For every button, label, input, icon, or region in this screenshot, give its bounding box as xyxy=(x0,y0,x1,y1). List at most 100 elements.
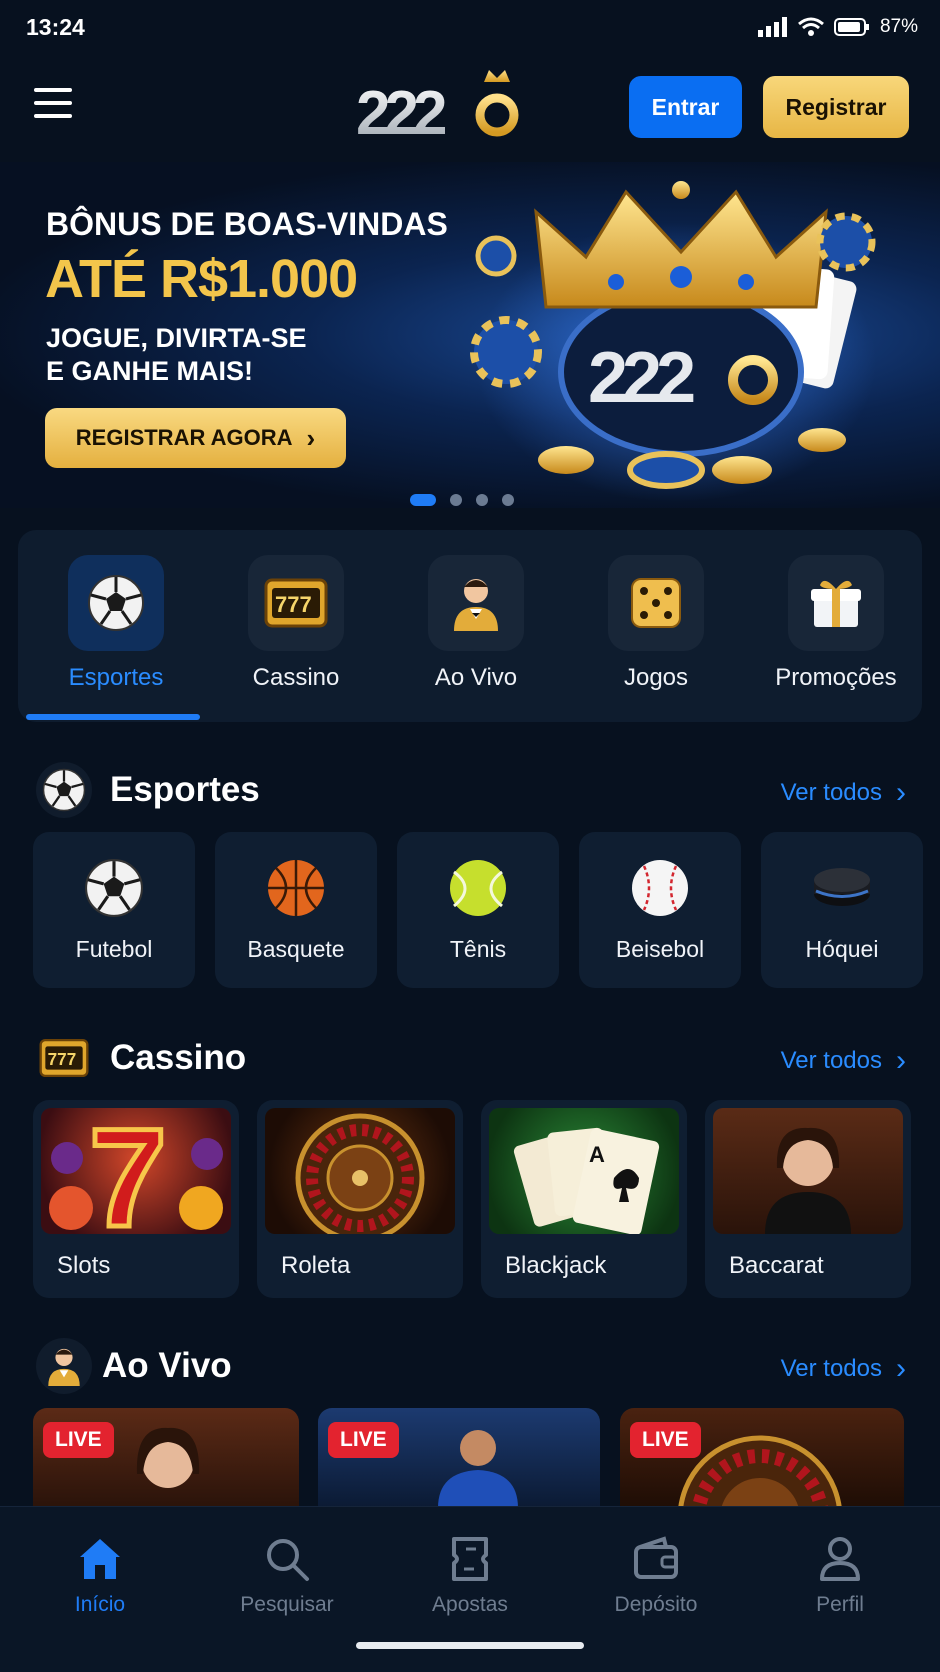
nav-label: Apostas xyxy=(432,1593,508,1616)
sport-label: Hóquei xyxy=(805,936,879,962)
dealer-icon xyxy=(36,1338,92,1394)
menu-icon[interactable] xyxy=(34,88,72,120)
section-title: Esportes xyxy=(110,770,260,809)
dice-icon xyxy=(608,555,704,651)
sport-card-beisebol[interactable]: Beisebol xyxy=(579,832,741,988)
live-card[interactable]: LIVE xyxy=(620,1408,904,1508)
carousel-dot[interactable] xyxy=(502,494,514,506)
baccarat-thumbnail xyxy=(713,1108,903,1234)
nav-label: Início xyxy=(74,1593,126,1616)
blackjack-thumbnail: A xyxy=(489,1108,679,1234)
user-icon xyxy=(820,1537,860,1581)
nav-inicio[interactable]: Início xyxy=(6,1527,194,1627)
live-section-header: Ao Vivo Ver todos › xyxy=(36,1334,906,1394)
tab-label: Cassino xyxy=(252,664,340,691)
carousel-dot[interactable] xyxy=(450,494,462,506)
tab-esportes[interactable]: Esportes xyxy=(26,530,206,722)
live-badge: LIVE xyxy=(328,1422,399,1458)
svg-text:777: 777 xyxy=(275,592,312,617)
see-all-link[interactable]: Ver todos › xyxy=(781,1352,906,1386)
logo-mark: 222 xyxy=(356,70,519,148)
soccer-ball-icon xyxy=(84,858,144,918)
nav-label: Pesquisar xyxy=(240,1593,334,1616)
game-label: Blackjack xyxy=(505,1252,607,1279)
carousel-dot[interactable] xyxy=(476,494,488,506)
casino-card-slots[interactable]: 7 Slots xyxy=(33,1100,239,1298)
slot-777-icon: 777 xyxy=(36,1030,92,1086)
tab-jogos[interactable]: Jogos xyxy=(566,530,746,722)
battery-percent: 87% xyxy=(879,16,918,37)
casino-card-blackjack[interactable]: A Blackjack xyxy=(481,1100,687,1298)
home-indicator[interactable] xyxy=(356,1642,584,1649)
tab-promocoes[interactable]: Promoções xyxy=(746,530,926,722)
dealer-thumbnail xyxy=(136,1427,200,1488)
see-all-label: Ver todos xyxy=(780,779,882,806)
register-button[interactable]: Registrar xyxy=(763,76,909,138)
chevron-right-icon: › xyxy=(896,1044,906,1077)
dealer-icon xyxy=(428,555,524,651)
live-badge: LIVE xyxy=(630,1422,701,1458)
casino-card-baccarat[interactable]: Baccarat xyxy=(705,1100,911,1298)
wifi-icon xyxy=(798,17,824,36)
search-icon xyxy=(267,1539,309,1581)
svg-text:222: 222 xyxy=(588,338,694,418)
live-card[interactable]: LIVE xyxy=(318,1408,600,1508)
sport-card-tenis[interactable]: Tênis xyxy=(397,832,559,988)
game-label: Roleta xyxy=(281,1252,351,1279)
banner-register-button[interactable]: REGISTRAR AGORA › xyxy=(45,408,346,468)
status-time: 13:24 xyxy=(26,14,85,40)
crown-chips-illustration: A 222 xyxy=(470,181,876,502)
nav-apostas[interactable]: Apostas xyxy=(376,1527,564,1627)
carousel-dot[interactable] xyxy=(410,494,436,506)
slot-777-icon: 777 xyxy=(248,555,344,651)
tab-label: Promoções xyxy=(775,664,897,691)
tab-ao-vivo[interactable]: Ao Vivo xyxy=(386,530,566,722)
basketball-icon xyxy=(266,858,326,918)
nav-perfil[interactable]: Perfil xyxy=(746,1527,934,1627)
banner-title: BÔNUS DE BOAS-VINDAS xyxy=(46,206,448,242)
chevron-right-icon: › xyxy=(896,776,906,809)
banner-amount: ATÉ R$1.000 xyxy=(45,249,358,309)
sport-label: Futebol xyxy=(75,936,153,962)
sports-section-header: Esportes Ver todos › xyxy=(36,758,906,818)
banner-subtitle-line2: E GANHE MAIS! xyxy=(46,356,254,386)
see-all-label: Ver todos xyxy=(780,1047,882,1074)
svg-text:A: A xyxy=(589,1142,605,1167)
battery-icon xyxy=(833,18,869,36)
football-player-thumbnail xyxy=(438,1430,518,1508)
live-card[interactable]: LIVE xyxy=(33,1408,299,1508)
svg-text:7: 7 xyxy=(89,1108,167,1234)
status-bar: 13:24 87% xyxy=(0,0,940,58)
gift-icon xyxy=(788,555,884,651)
sport-card-futebol[interactable]: Futebol xyxy=(33,832,195,988)
tennis-ball-icon xyxy=(448,858,508,918)
brand-logo[interactable]: 222 xyxy=(356,68,526,148)
category-tabs: Esportes 777 Cassino Ao Vivo Jogos Promo… xyxy=(18,530,922,722)
sport-card-basquete[interactable]: Basquete xyxy=(215,832,377,988)
status-icons: 87% xyxy=(757,16,918,38)
login-button[interactable]: Entrar xyxy=(629,76,742,138)
chevron-right-icon: › xyxy=(896,1352,906,1385)
nav-pesquisar[interactable]: Pesquisar xyxy=(193,1527,381,1627)
active-tab-indicator xyxy=(26,714,200,720)
svg-text:777: 777 xyxy=(48,1050,77,1069)
section-title: Cassino xyxy=(110,1038,247,1077)
see-all-link[interactable]: Ver todos › xyxy=(781,1044,906,1078)
tab-cassino[interactable]: 777 Cassino xyxy=(206,530,386,722)
casino-card-roleta[interactable]: Roleta xyxy=(257,1100,463,1298)
see-all-label: Ver todos xyxy=(780,1355,882,1382)
hockey-puck-icon xyxy=(812,858,872,918)
promo-banner[interactable]: BÔNUS DE BOAS-VINDAS ATÉ R$1.000 JOGUE, … xyxy=(0,162,940,508)
sport-label: Basquete xyxy=(247,936,345,962)
wallet-icon xyxy=(634,1536,678,1579)
tab-label: Ao Vivo xyxy=(434,664,518,691)
sport-card-hoquei[interactable]: Hóquei xyxy=(761,832,923,988)
banner-subtitle-line1: JOGUE, DIVIRTA-SE xyxy=(46,323,307,353)
svg-text:222: 222 xyxy=(356,79,445,140)
nav-label: Depósito xyxy=(614,1593,698,1616)
see-all-link[interactable]: Ver todos › xyxy=(781,776,906,810)
game-label: Slots xyxy=(57,1252,111,1279)
live-badge: LIVE xyxy=(43,1422,114,1458)
carousel-dots[interactable] xyxy=(410,494,514,506)
nav-deposito[interactable]: Depósito xyxy=(562,1527,750,1627)
